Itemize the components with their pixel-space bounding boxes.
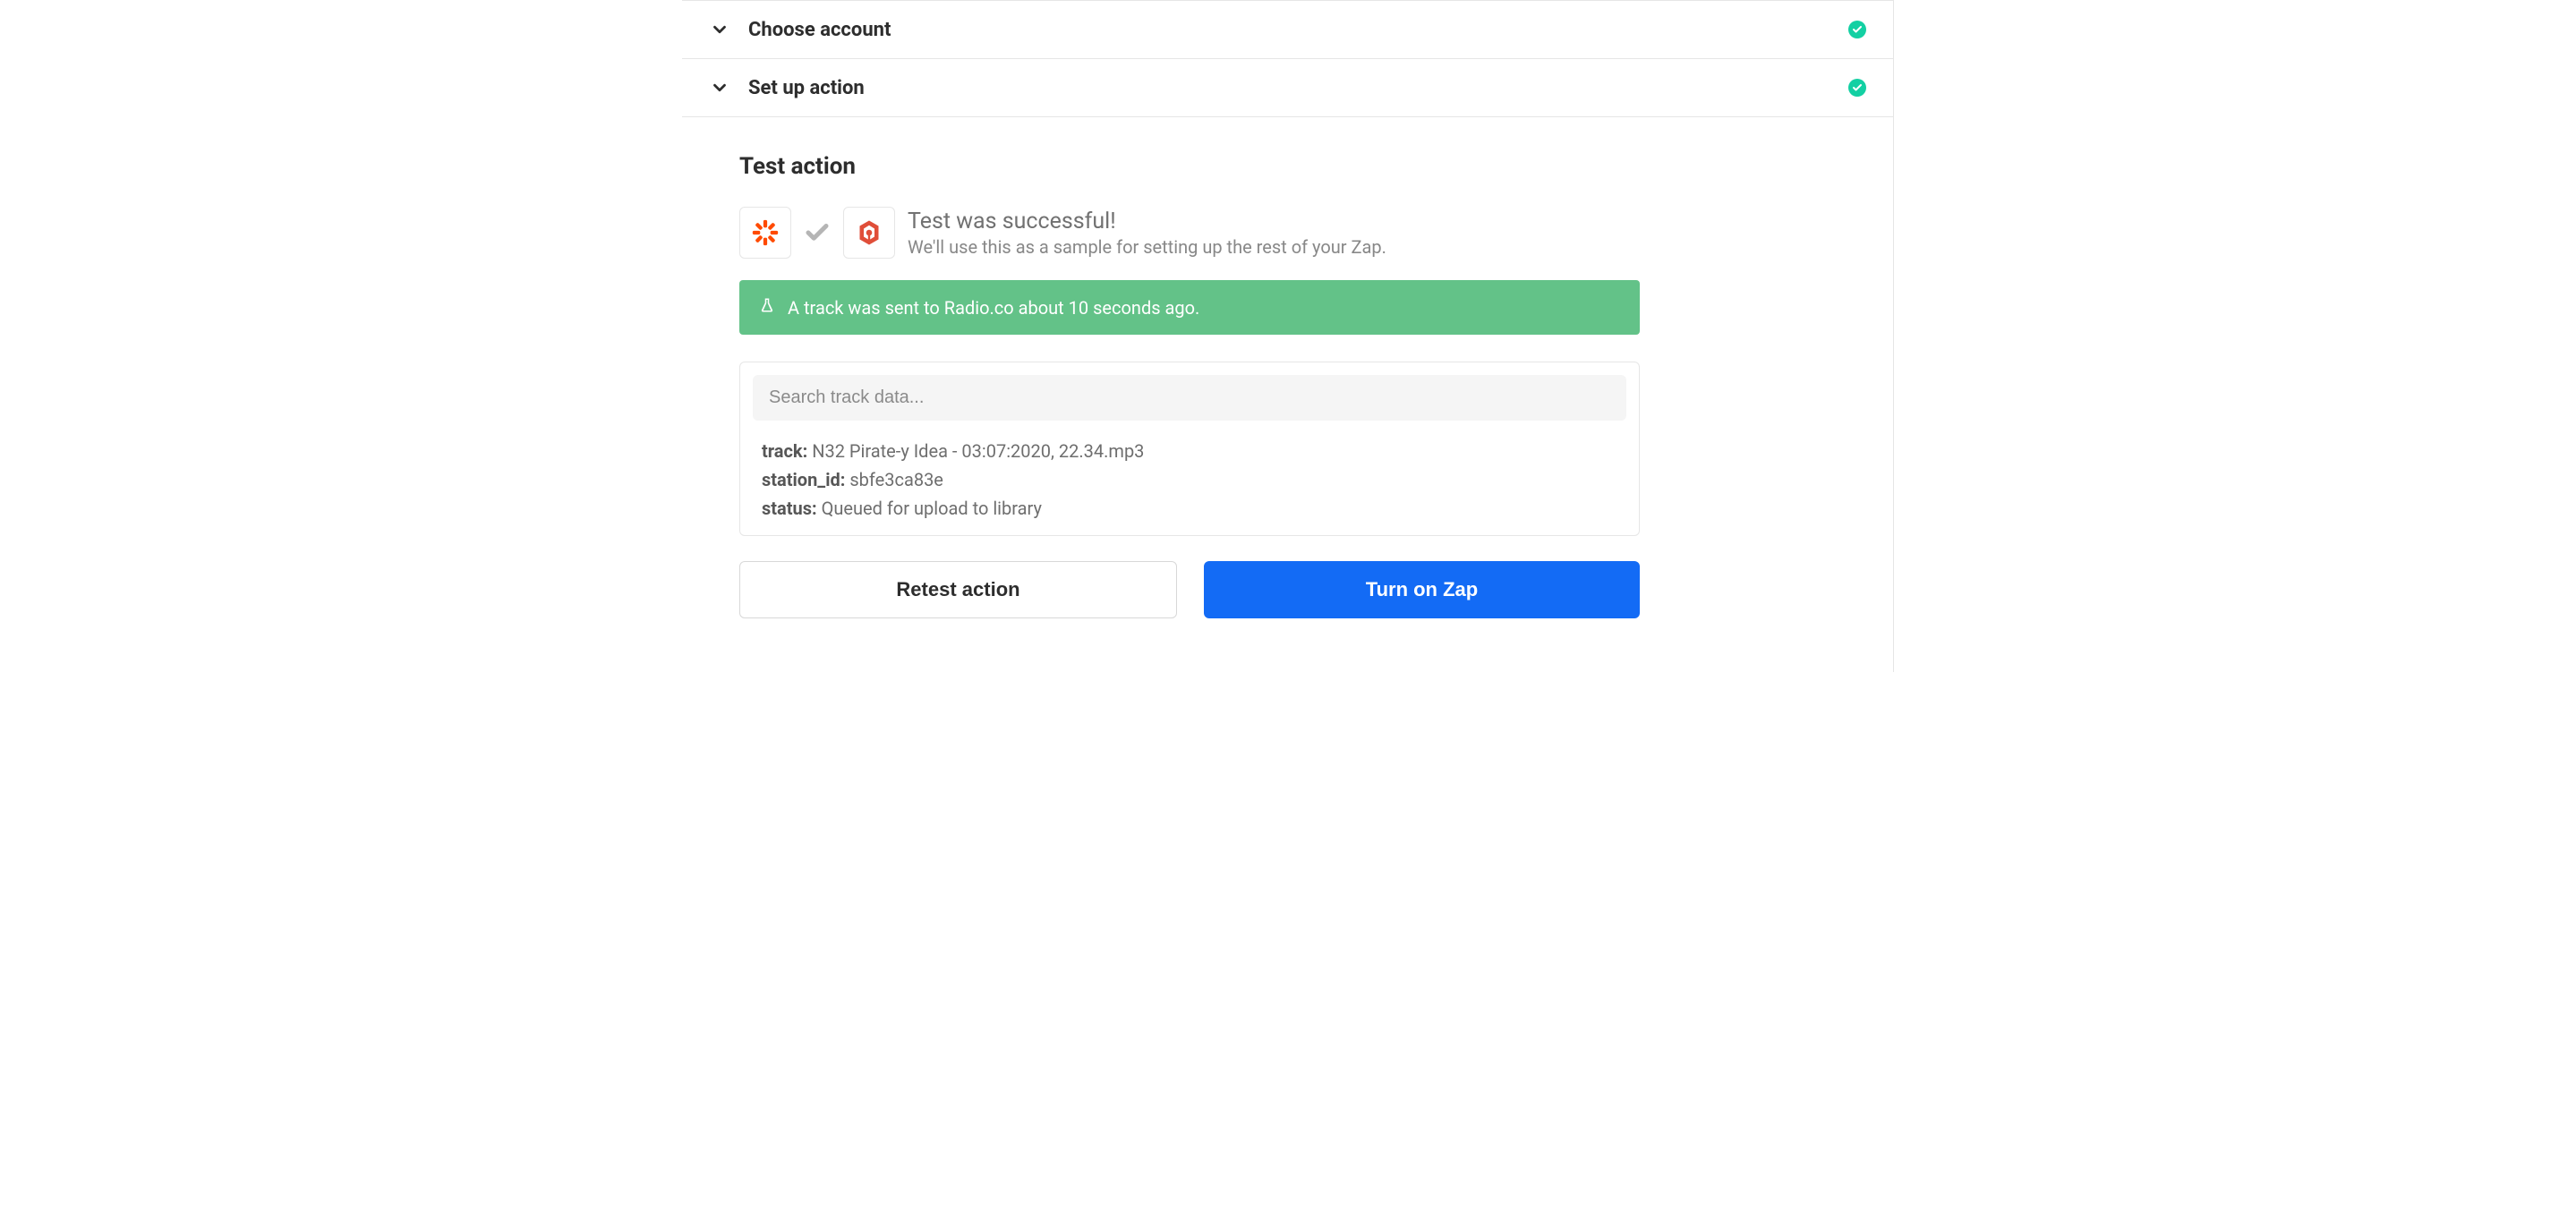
turn-on-zap-button[interactable]: Turn on Zap: [1204, 561, 1640, 618]
chevron-down-icon: [707, 17, 732, 42]
data-key-status: status:: [762, 498, 817, 519]
search-track-data-input[interactable]: [753, 375, 1626, 421]
test-result-row: Test was successful! We'll use this as a…: [739, 207, 1836, 259]
data-value-track: N32 Pirate-y Idea - 03:07:2020, 22.34.mp…: [812, 440, 1144, 462]
check-circle-icon: [1848, 21, 1866, 38]
radioco-app-icon: [843, 207, 895, 259]
data-value-station-id: sbfe3ca83e: [849, 469, 943, 490]
data-row-station-id: station_id: sbfe3ca83e: [753, 465, 1626, 494]
data-value-status: Queued for upload to library: [822, 498, 1042, 519]
zapier-app-icon: [739, 207, 791, 259]
beaker-icon: [759, 296, 775, 319]
data-row-status: status: Queued for upload to library: [753, 494, 1626, 523]
success-banner-text: A track was sent to Radio.co about 10 se…: [788, 297, 1199, 319]
test-action-section: Test action Test was successful! We'll u…: [682, 117, 1893, 618]
test-result-text: Test was successful! We'll use this as a…: [908, 209, 1836, 258]
chevron-down-icon: [707, 75, 732, 100]
test-result-title: Test was successful!: [908, 209, 1836, 234]
success-banner: A track was sent to Radio.co about 10 se…: [739, 280, 1640, 335]
test-result-subtitle: We'll use this as a sample for setting u…: [908, 236, 1836, 258]
data-key-station-id: station_id:: [762, 469, 845, 490]
choose-account-row[interactable]: Choose account: [682, 0, 1893, 58]
retest-action-button[interactable]: Retest action: [739, 561, 1177, 618]
check-icon: [804, 219, 831, 246]
action-buttons-row: Retest action Turn on Zap: [739, 561, 1640, 618]
data-key-track: track:: [762, 440, 807, 462]
set-up-action-row[interactable]: Set up action: [682, 58, 1893, 117]
choose-account-title: Choose account: [748, 19, 1848, 41]
data-row-track: track: N32 Pirate-y Idea - 03:07:2020, 2…: [753, 437, 1626, 465]
test-action-heading: Test action: [739, 153, 1836, 180]
editor-container: Choose account Set up action Test action: [682, 0, 1894, 672]
check-circle-icon: [1848, 79, 1866, 97]
data-panel: track: N32 Pirate-y Idea - 03:07:2020, 2…: [739, 362, 1640, 536]
set-up-action-title: Set up action: [748, 77, 1848, 99]
